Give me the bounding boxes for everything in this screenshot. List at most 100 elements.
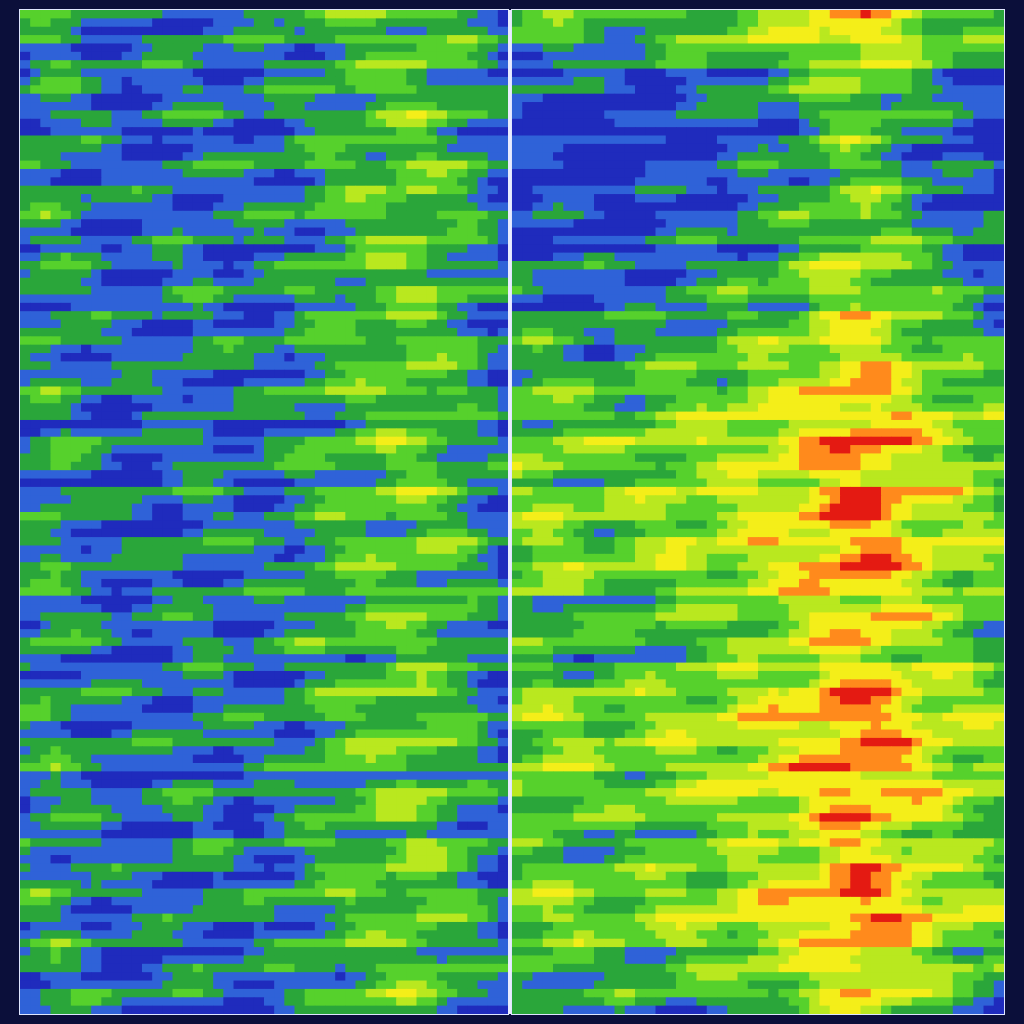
- heatmap-cell: [335, 35, 346, 45]
- heatmap-cell: [457, 18, 468, 28]
- heatmap-cell: [213, 453, 224, 463]
- heatmap-cell: [325, 436, 336, 446]
- heatmap-cell: [20, 210, 31, 220]
- heatmap-cell: [152, 361, 163, 371]
- heatmap-cell: [131, 855, 143, 864]
- heatmap-cell: [213, 838, 224, 848]
- heatmap-cell: [294, 319, 306, 329]
- heatmap-cell: [335, 369, 346, 379]
- heatmap-cell: [426, 76, 438, 86]
- heatmap-cell: [243, 829, 255, 839]
- heatmap-cell: [233, 68, 245, 78]
- heatmap-cell: [192, 353, 204, 362]
- heatmap-cell: [345, 737, 357, 747]
- heatmap-cell: [294, 712, 306, 722]
- heatmap-cell: [447, 10, 458, 19]
- heatmap-cell: [70, 821, 82, 831]
- heatmap-cell: [314, 252, 326, 262]
- heatmap-cell: [213, 495, 224, 505]
- heatmap-cell: [152, 10, 163, 19]
- heatmap-cell: [487, 436, 499, 446]
- heatmap-cell: [386, 369, 397, 379]
- heatmap-cell: [101, 411, 113, 421]
- heatmap-cell: [375, 645, 387, 655]
- heatmap-cell: [406, 219, 418, 229]
- heatmap-cell: [426, 696, 438, 706]
- heatmap-cell: [182, 378, 194, 388]
- heatmap-cell: [497, 528, 508, 538]
- heatmap-cell: [416, 51, 428, 61]
- heatmap-cell: [152, 60, 163, 70]
- heatmap-cell: [192, 244, 204, 254]
- heatmap-cell: [60, 453, 72, 463]
- heatmap-cell: [60, 512, 72, 521]
- heatmap-cell: [314, 160, 326, 170]
- heatmap-cell: [203, 302, 214, 312]
- heatmap-cell: [81, 779, 92, 789]
- heatmap-cell: [477, 696, 489, 706]
- heatmap-cell: [467, 10, 479, 19]
- heatmap-cell: [294, 327, 306, 337]
- heatmap-cell: [426, 185, 438, 195]
- heatmap-cell: [497, 470, 508, 480]
- heatmap-cell: [213, 336, 224, 346]
- heatmap-cell: [60, 620, 72, 630]
- heatmap-cell: [355, 804, 367, 814]
- heatmap-cell: [81, 361, 92, 371]
- heatmap-cell: [91, 662, 102, 672]
- heatmap-cell: [447, 528, 458, 538]
- heatmap-cell: [487, 486, 499, 496]
- heatmap-cell: [314, 18, 326, 28]
- heatmap-cell: [253, 512, 265, 521]
- heatmap-cell: [386, 60, 397, 70]
- heatmap-cell: [477, 771, 489, 781]
- heatmap-cell: [264, 461, 275, 471]
- heatmap-cell: [447, 846, 458, 856]
- heatmap-cell: [375, 10, 387, 19]
- heatmap-cell: [40, 453, 52, 463]
- heatmap-cell: [477, 578, 489, 588]
- heatmap-panel-left: [20, 10, 508, 1014]
- heatmap-cell: [172, 319, 184, 329]
- heatmap-cell: [233, 302, 245, 312]
- heatmap-cell: [121, 327, 133, 337]
- heatmap-cell: [20, 470, 31, 480]
- heatmap-cell: [213, 294, 224, 304]
- heatmap-cell: [284, 821, 296, 831]
- heatmap-cell: [101, 620, 113, 630]
- heatmap-cell: [243, 737, 255, 747]
- heatmap-cell: [20, 277, 31, 287]
- heatmap-cell: [192, 503, 204, 513]
- heatmap-cell: [50, 302, 62, 312]
- heatmap-cell: [294, 436, 306, 446]
- heatmap-cell: [365, 85, 377, 95]
- heatmap-cell: [30, 453, 41, 463]
- heatmap-cell: [70, 436, 82, 446]
- heatmap-cell: [91, 654, 102, 664]
- heatmap-cell: [447, 327, 458, 337]
- heatmap-cell: [386, 269, 397, 279]
- heatmap-cell: [111, 796, 123, 806]
- heatmap-cell: [365, 696, 377, 706]
- heatmap-cell: [30, 537, 41, 547]
- heatmap-cell: [253, 127, 265, 137]
- heatmap-cell: [203, 76, 214, 86]
- heatmap-cell: [294, 160, 306, 170]
- heatmap-cell: [294, 788, 306, 798]
- heatmap-cell: [497, 754, 508, 764]
- heatmap-cell: [81, 704, 92, 714]
- heatmap-cell: [304, 503, 316, 513]
- heatmap-cell: [406, 353, 418, 362]
- heatmap-cell: [426, 445, 438, 455]
- heatmap-cell: [274, 26, 285, 36]
- heatmap-cell: [294, 344, 306, 354]
- heatmap-cell: [396, 378, 407, 388]
- heatmap-cell: [477, 453, 489, 463]
- heatmap-cell: [203, 528, 214, 538]
- heatmap-cell: [426, 578, 438, 588]
- heatmap-cell: [223, 445, 235, 455]
- heatmap-cell: [50, 779, 62, 789]
- heatmap-cell: [20, 821, 31, 831]
- heatmap-cell: [304, 829, 316, 839]
- heatmap-cell: [233, 168, 245, 178]
